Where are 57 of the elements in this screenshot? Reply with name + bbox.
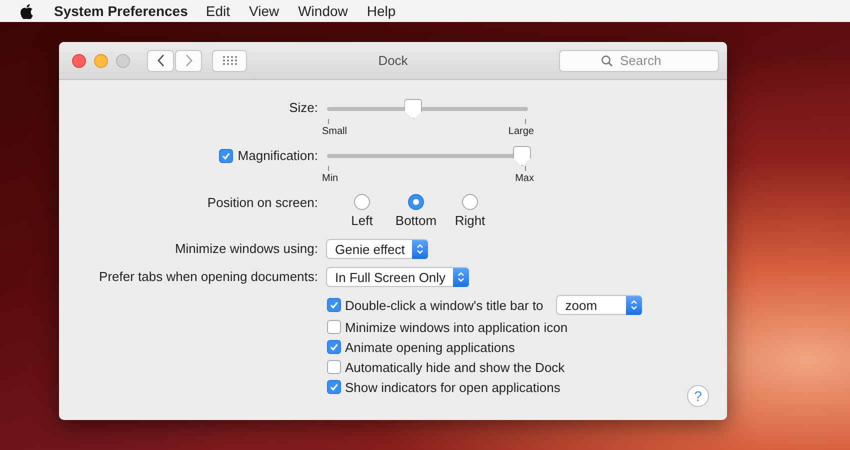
radio-button[interactable] xyxy=(408,194,424,210)
checkmark-icon xyxy=(220,151,231,161)
search-field[interactable]: Search xyxy=(559,50,719,72)
checkmark-icon xyxy=(329,342,339,352)
stepper-arrows-icon xyxy=(412,240,428,258)
slider-min-label: Small xyxy=(322,126,348,137)
chevron-right-icon xyxy=(184,54,192,67)
stepper-arrows-icon xyxy=(452,268,469,286)
minimize-effect-popup[interactable]: Genie effect xyxy=(326,239,428,259)
checkmark-icon xyxy=(329,300,339,310)
radio-button[interactable] xyxy=(462,194,478,210)
menu-item[interactable]: Help xyxy=(366,3,396,19)
menu-item[interactable]: Window xyxy=(298,3,348,19)
menu-app-name[interactable]: System Preferences xyxy=(54,3,188,19)
checkbox[interactable] xyxy=(327,380,341,394)
title-bar-action-popup[interactable]: zoom xyxy=(556,295,642,315)
checkmark-icon xyxy=(329,382,339,392)
checkbox-label: Animate opening applications xyxy=(345,340,515,354)
slider-max-label: Large xyxy=(508,126,534,137)
show-all-button[interactable] xyxy=(212,50,247,72)
grid-icon xyxy=(222,56,236,65)
slider-min-label: Min xyxy=(322,173,338,184)
zoom-button[interactable] xyxy=(116,54,130,68)
back-button[interactable] xyxy=(147,50,174,72)
menu-item[interactable]: View xyxy=(249,3,280,19)
radio-label: Right xyxy=(454,213,486,229)
radio-label: Left xyxy=(351,213,373,229)
checkbox-label: Show indicators for open applications xyxy=(345,380,560,394)
window-title: Dock xyxy=(377,53,409,68)
magnification-slider[interactable] xyxy=(327,146,528,166)
close-button[interactable] xyxy=(72,54,86,68)
checkbox-label: Minimize windows into application icon xyxy=(345,320,568,334)
stepper-arrows-icon xyxy=(626,296,642,314)
prefer-tabs-popup[interactable]: In Full Screen Only xyxy=(326,267,469,287)
prefer-tabs-label: Prefer tabs when opening documents: xyxy=(99,268,318,286)
checkbox-label: Double-click a window's title bar to xyxy=(345,298,544,312)
checkbox[interactable] xyxy=(327,340,341,354)
checkbox[interactable] xyxy=(327,360,341,374)
position-label: Position on screen: xyxy=(207,194,318,212)
radio-button[interactable] xyxy=(354,194,370,210)
menu-item[interactable]: Edit xyxy=(206,3,230,19)
chevron-left-icon xyxy=(156,54,164,67)
slider-thumb[interactable] xyxy=(512,146,531,166)
size-label: Size: xyxy=(289,99,318,117)
magnification-checkbox[interactable] xyxy=(218,149,233,163)
size-slider[interactable] xyxy=(327,99,528,119)
slider-max-label: Max xyxy=(515,173,534,184)
radio-label: Bottom xyxy=(395,213,437,229)
magnification-label: Magnification: xyxy=(238,147,318,165)
minimize-label: Minimize windows using: xyxy=(174,240,318,258)
checkbox-label: Automatically hide and show the Dock xyxy=(345,360,565,374)
apple-logo-icon[interactable] xyxy=(20,4,33,18)
checkbox[interactable] xyxy=(327,298,341,312)
slider-thumb[interactable] xyxy=(404,99,422,119)
minimize-button[interactable] xyxy=(94,54,108,68)
checkbox[interactable] xyxy=(327,320,341,334)
search-icon xyxy=(601,54,613,66)
